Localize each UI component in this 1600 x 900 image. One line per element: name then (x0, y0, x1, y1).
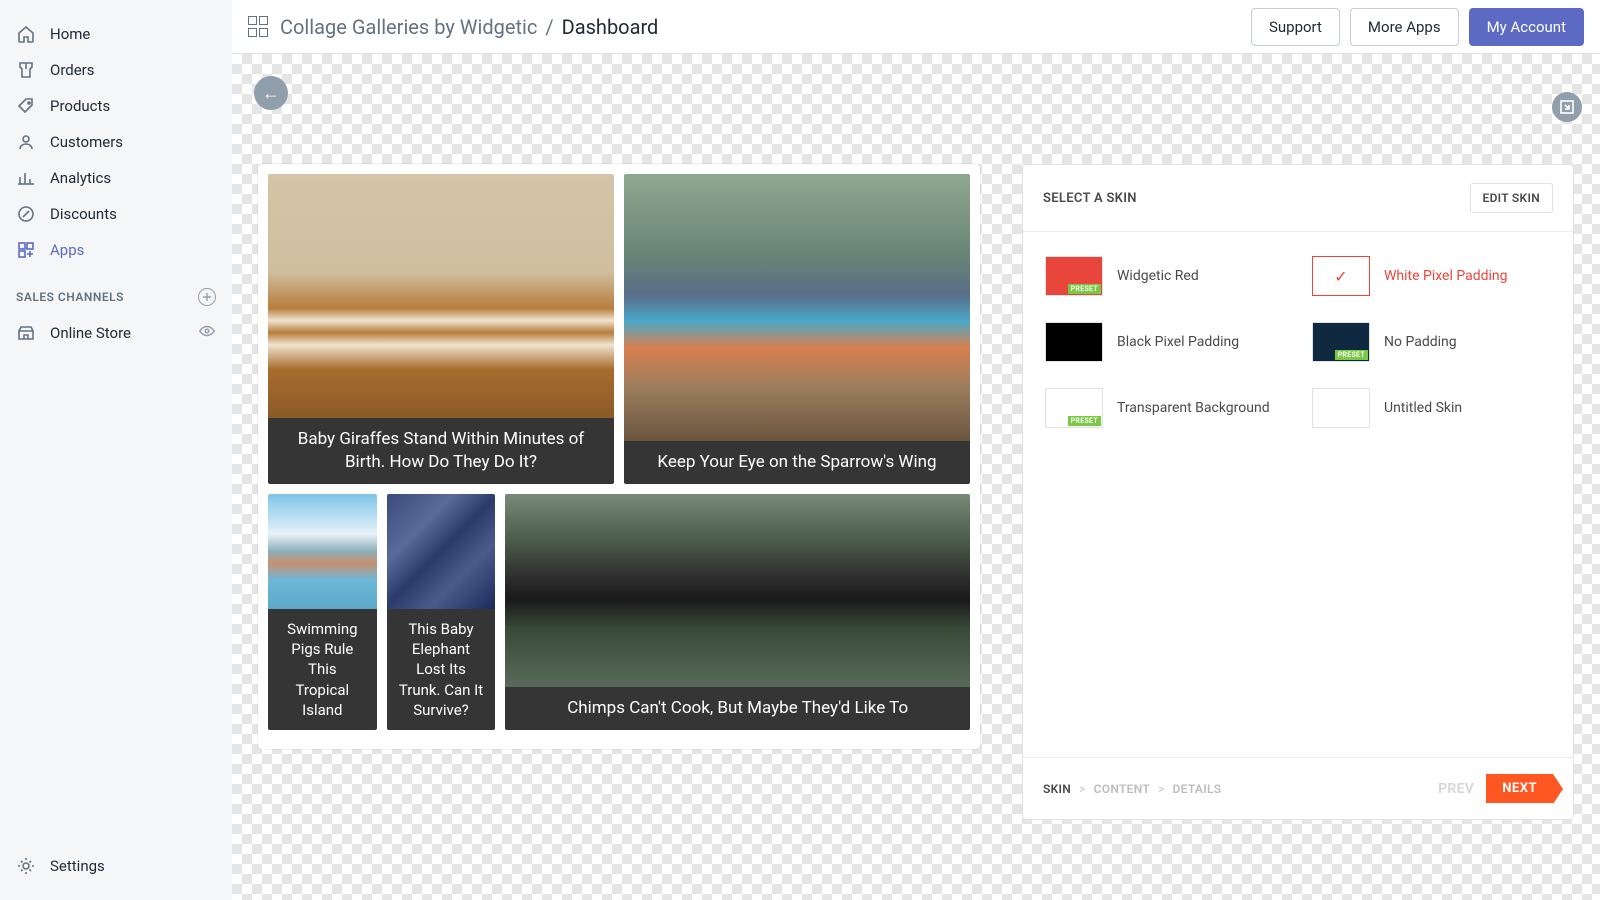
section-label: SALES CHANNELS (16, 290, 124, 304)
nav-label: Apps (50, 241, 84, 259)
skin-grid: PRESET Widgetic Red ✓ White Pixel Paddin… (1023, 232, 1573, 452)
customers-icon (16, 132, 36, 152)
breadcrumb-sep: / (545, 15, 553, 39)
tile-sparrow[interactable]: Keep Your Eye on the Sparrow's Wing (624, 174, 970, 484)
tile-image (387, 494, 496, 609)
products-icon (16, 96, 36, 116)
channel-online-store[interactable]: Online Store (0, 314, 232, 352)
app-icon (248, 16, 270, 38)
main: Collage Galleries by Widgetic / Dashboar… (232, 0, 1600, 900)
tile-caption: This Baby Elephant Lost Its Trunk. Can I… (387, 609, 496, 730)
breadcrumb-page: Dashboard (562, 15, 659, 39)
nav-customers[interactable]: Customers (0, 124, 232, 160)
orders-icon (16, 60, 36, 80)
nav-label: Products (50, 97, 110, 115)
nav-apps[interactable]: Apps (0, 232, 232, 268)
nav-settings[interactable]: Settings (0, 848, 232, 884)
panel-header: SELECT A SKIN EDIT SKIN (1023, 165, 1573, 232)
nav-orders[interactable]: Orders (0, 52, 232, 88)
swatch: PRESET (1045, 256, 1103, 296)
step-sep: > (1079, 782, 1086, 796)
nav-label: Home (50, 25, 90, 43)
tile-image (268, 174, 614, 418)
tile-image (268, 494, 377, 609)
skin-transparent-bg[interactable]: PRESET Transparent Background (1045, 388, 1284, 428)
swatch: PRESET (1045, 388, 1103, 428)
skin-panel: SELECT A SKIN EDIT SKIN PRESET Widgetic … (1022, 164, 1574, 820)
preset-tag: PRESET (1068, 416, 1101, 426)
skin-untitled[interactable]: Untitled Skin (1312, 388, 1551, 428)
preset-tag: PRESET (1068, 284, 1101, 294)
discounts-icon (16, 204, 36, 224)
eye-icon[interactable] (198, 322, 216, 344)
swatch: ✓ (1312, 256, 1370, 296)
topbar: Collage Galleries by Widgetic / Dashboar… (232, 0, 1600, 54)
prev-button: PREV (1438, 781, 1474, 797)
footer-actions: PREV NEXT (1438, 774, 1553, 803)
support-button[interactable]: Support (1251, 8, 1340, 46)
skin-label: Widgetic Red (1117, 267, 1199, 286)
apps-icon (16, 240, 36, 260)
tile-chimp[interactable]: Chimps Can't Cook, But Maybe They'd Like… (505, 494, 970, 730)
tile-image (505, 494, 970, 687)
swatch (1312, 388, 1370, 428)
swatch: PRESET (1312, 322, 1370, 362)
skin-white-pixel-padding[interactable]: ✓ White Pixel Padding (1312, 256, 1551, 296)
panel-title: SELECT A SKIN (1043, 191, 1137, 206)
nav-label: Discounts (50, 205, 117, 223)
nav-products[interactable]: Products (0, 88, 232, 124)
skin-label: No Padding (1384, 333, 1457, 352)
skin-label: Untitled Skin (1384, 399, 1462, 418)
panel-footer: SKIN > CONTENT > DETAILS PREV NEXT (1023, 757, 1573, 819)
tile-caption: Chimps Can't Cook, But Maybe They'd Like… (505, 687, 970, 730)
step-sep: > (1158, 782, 1165, 796)
check-icon: ✓ (1334, 267, 1347, 286)
nav-home[interactable]: Home (0, 16, 232, 52)
skin-label: White Pixel Padding (1384, 267, 1508, 286)
breadcrumb-app[interactable]: Collage Galleries by Widgetic (280, 15, 537, 39)
step-details[interactable]: DETAILS (1173, 782, 1222, 796)
home-icon (16, 24, 36, 44)
tile-caption: Swimming Pigs Rule This Tropical Island (268, 609, 377, 730)
skin-black-pixel-padding[interactable]: Black Pixel Padding (1045, 322, 1284, 362)
tile-image (624, 174, 970, 441)
skin-widgetic-red[interactable]: PRESET Widgetic Red (1045, 256, 1284, 296)
analytics-icon (16, 168, 36, 188)
next-button[interactable]: NEXT (1486, 774, 1553, 803)
topbar-actions: Support More Apps My Account (1251, 8, 1584, 46)
tile-pigs[interactable]: Swimming Pigs Rule This Tropical Island (268, 494, 377, 730)
steps: SKIN > CONTENT > DETAILS (1043, 782, 1221, 796)
tile-giraffe[interactable]: Baby Giraffes Stand Within Minutes of Bi… (268, 174, 614, 484)
nav-label: Customers (50, 133, 123, 151)
tile-caption: Keep Your Eye on the Sparrow's Wing (624, 441, 970, 484)
store-icon (16, 323, 36, 343)
nav-analytics[interactable]: Analytics (0, 160, 232, 196)
skin-label: Black Pixel Padding (1117, 333, 1239, 352)
tile-caption: Baby Giraffes Stand Within Minutes of Bi… (268, 418, 614, 484)
canvas: ← Baby Giraffes Stand Within Minutes of … (232, 54, 1600, 900)
add-channel-button[interactable] (198, 288, 216, 306)
tile-elephant[interactable]: This Baby Elephant Lost Its Trunk. Can I… (387, 494, 496, 730)
step-skin[interactable]: SKIN (1043, 782, 1071, 796)
edit-skin-button[interactable]: EDIT SKIN (1470, 183, 1554, 213)
sidebar: Home Orders Products Customers Analytics… (0, 0, 232, 900)
channel-label: Online Store (50, 324, 131, 342)
collage-preview: Baby Giraffes Stand Within Minutes of Bi… (258, 164, 980, 749)
nav-label: Analytics (50, 169, 111, 187)
my-account-button[interactable]: My Account (1469, 8, 1584, 46)
step-content[interactable]: CONTENT (1094, 782, 1150, 796)
section-sales-channels: SALES CHANNELS (0, 268, 232, 314)
swatch (1045, 322, 1103, 362)
preset-tag: PRESET (1335, 350, 1368, 360)
settings-label: Settings (50, 857, 105, 875)
back-button[interactable]: ← (254, 76, 288, 110)
resize-button[interactable] (1552, 92, 1582, 122)
nav-discounts[interactable]: Discounts (0, 196, 232, 232)
nav-label: Orders (50, 61, 95, 79)
gear-icon (16, 856, 36, 876)
skin-no-padding[interactable]: PRESET No Padding (1312, 322, 1551, 362)
more-apps-button[interactable]: More Apps (1350, 8, 1459, 46)
workspace: Baby Giraffes Stand Within Minutes of Bi… (258, 164, 1574, 820)
skin-label: Transparent Background (1117, 399, 1270, 418)
